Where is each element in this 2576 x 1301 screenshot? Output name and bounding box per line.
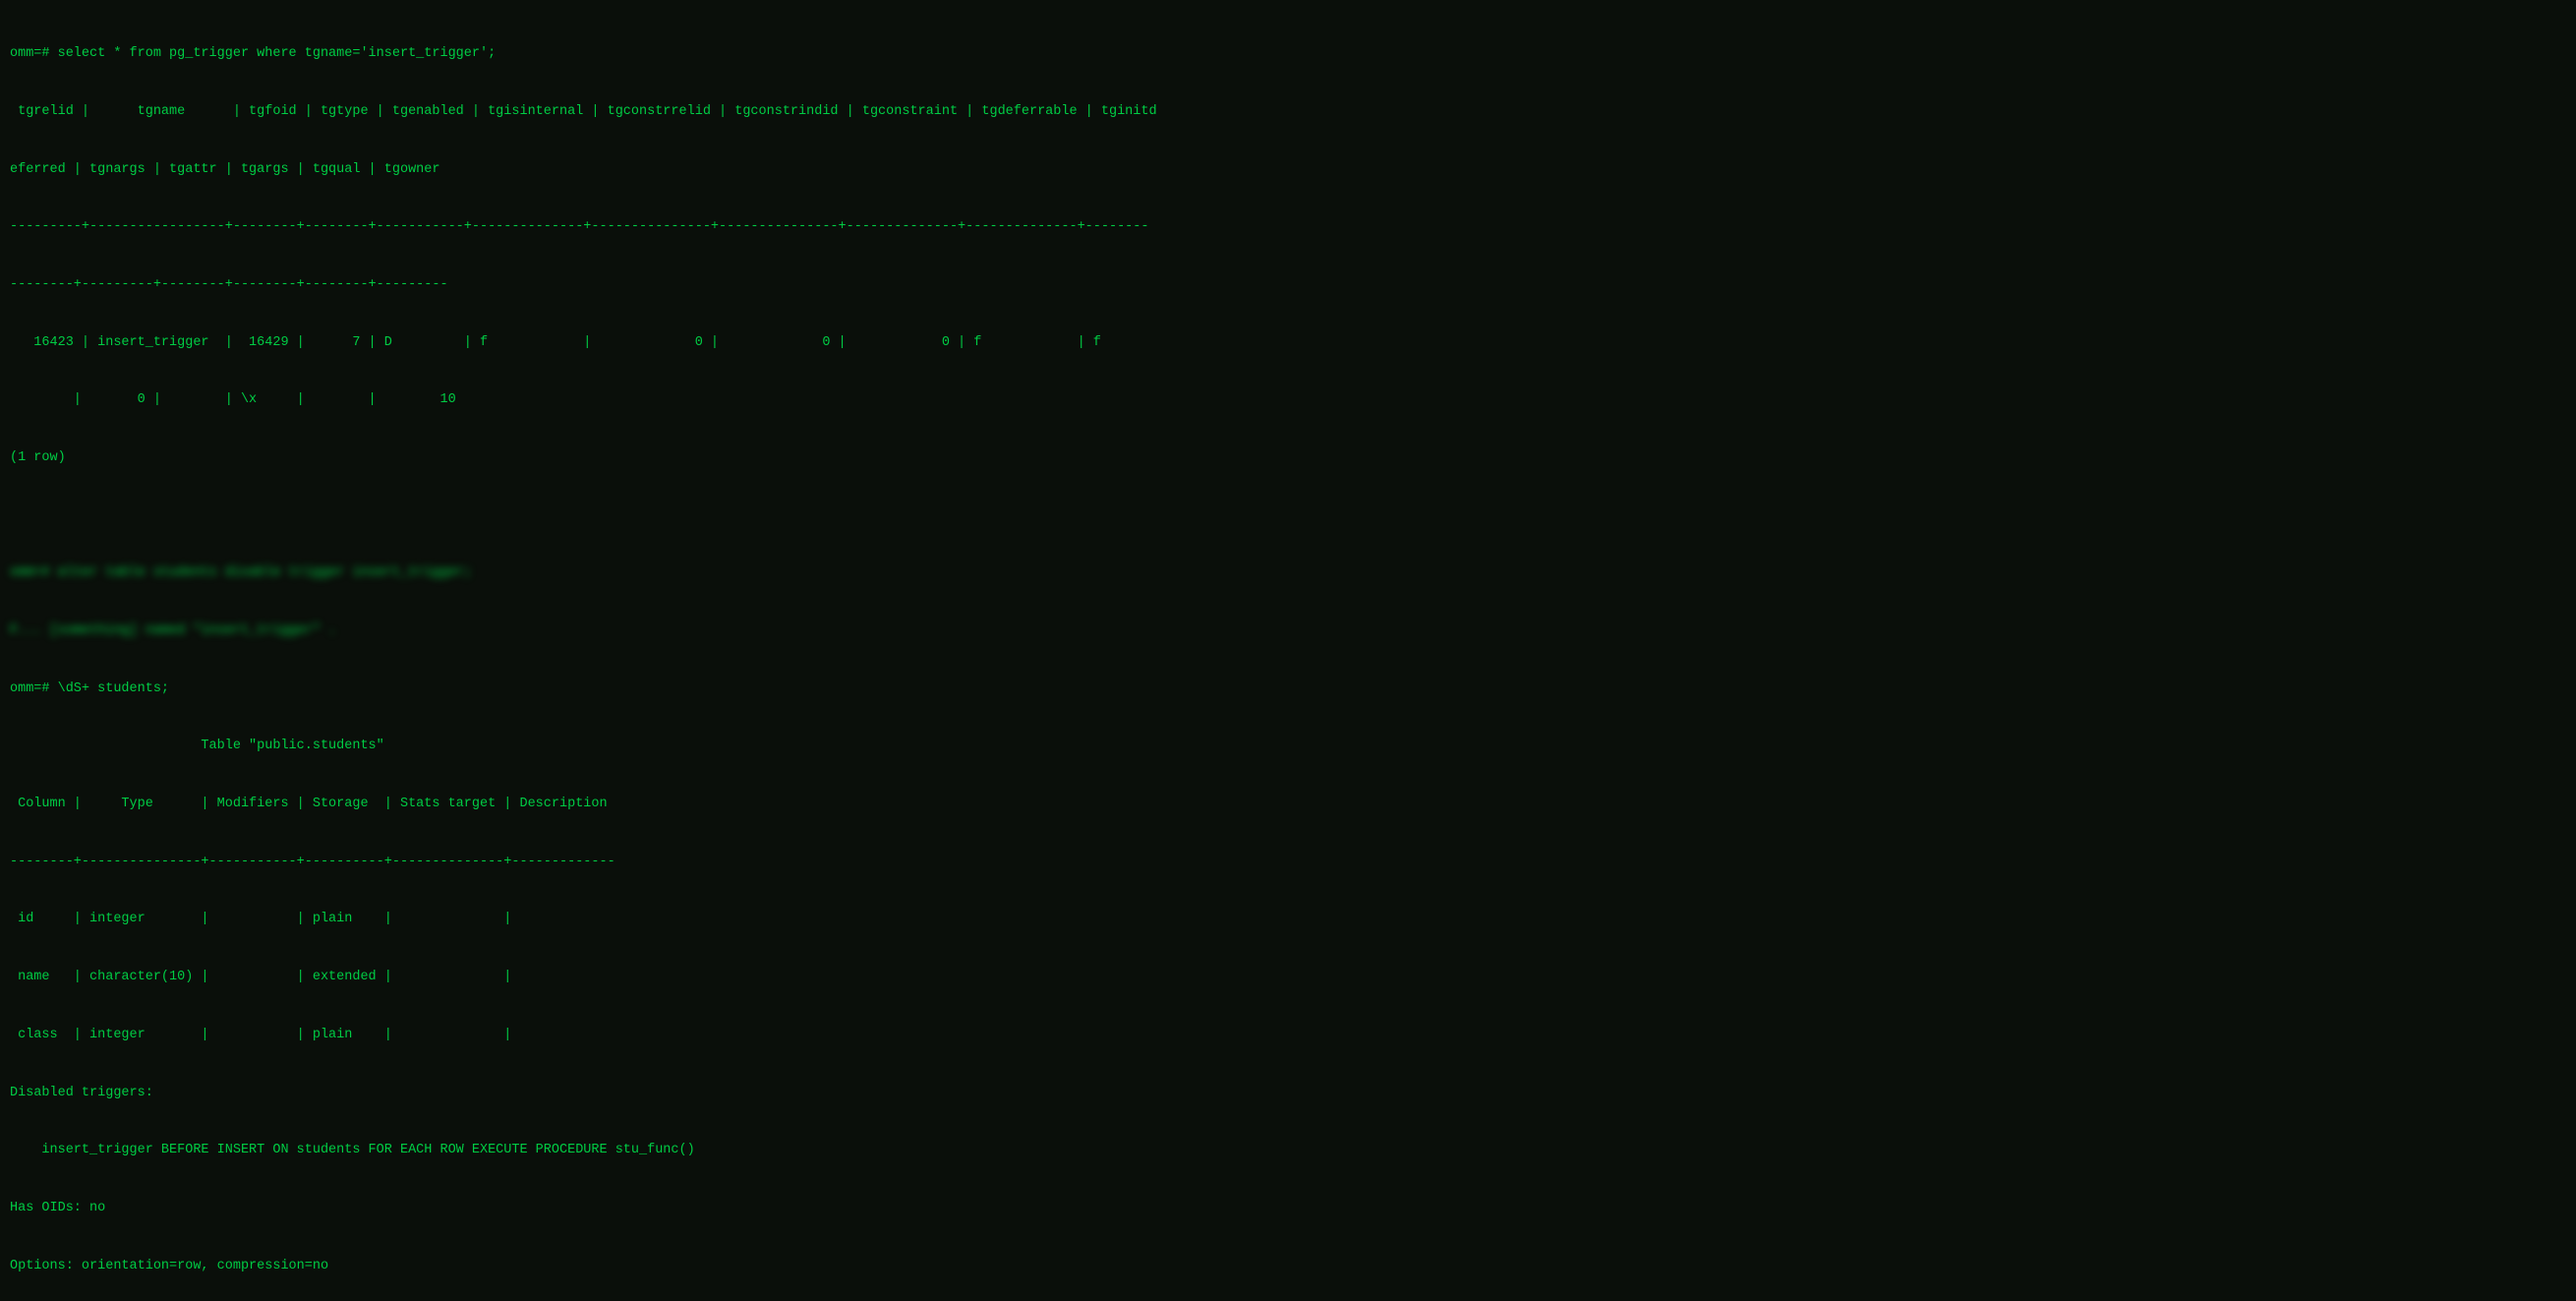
terminal-window: omm=# select * from pg_trigger where tgn… — [0, 0, 2576, 1301]
line-11-blurred: F... [something] named "insert_trigger" … — [10, 621, 2566, 641]
line-1: omm=# select * from pg_trigger where tgn… — [10, 44, 2566, 64]
line-4: ---------+-----------------+--------+---… — [10, 217, 2566, 237]
line-13: Table "public.students" — [10, 737, 2566, 756]
blurred-text-2: F... [something] named "insert_trigger" … — [10, 621, 336, 641]
line-15: --------+---------------+-----------+---… — [10, 853, 2566, 872]
line-2: tgrelid | tgname | tgfoid | tgtype | tge… — [10, 102, 2566, 122]
line-9 — [10, 506, 2566, 526]
line-10-blurred: omm=# alter table students disable trigg… — [10, 563, 2566, 583]
line-21: Has OIDs: no — [10, 1199, 2566, 1218]
line-12: omm=# \dS+ students; — [10, 680, 2566, 699]
line-20: insert_trigger BEFORE INSERT ON students… — [10, 1141, 2566, 1160]
line-22: Options: orientation=row, compression=no — [10, 1257, 2566, 1276]
line-8: (1 row) — [10, 448, 2566, 468]
line-5: --------+---------+--------+--------+---… — [10, 275, 2566, 295]
line-16: id | integer | | plain | | — [10, 910, 2566, 929]
blurred-text-1: omm=# alter table students disable trigg… — [10, 563, 472, 583]
line-3: eferred | tgnargs | tgattr | tgargs | tg… — [10, 160, 2566, 180]
line-14: Column | Type | Modifiers | Storage | St… — [10, 795, 2566, 814]
line-18: class | integer | | plain | | — [10, 1026, 2566, 1045]
line-7: | 0 | | \x | | 10 — [10, 390, 2566, 410]
line-19: Disabled triggers: — [10, 1084, 2566, 1103]
line-17: name | character(10) | | extended | | — [10, 968, 2566, 987]
line-6: 16423 | insert_trigger | 16429 | 7 | D |… — [10, 333, 2566, 353]
